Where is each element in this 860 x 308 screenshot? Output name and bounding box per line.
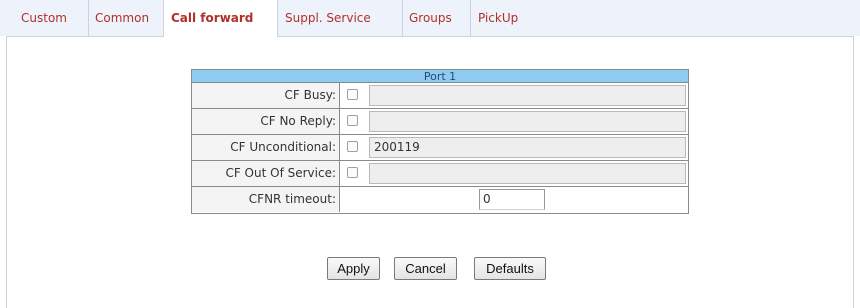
cf-no-reply-row: CF No Reply: [192,109,688,135]
tab-pickup[interactable]: PickUp [471,0,541,36]
cf-no-reply-label: CF No Reply: [192,109,340,134]
cf-unconditional-number-field[interactable]: 200119 [369,137,686,158]
cfnr-timeout-row: CFNR timeout: 0 [192,187,688,213]
tab-groups[interactable]: Groups [403,0,471,36]
cf-out-of-service-row: CF Out Of Service: [192,161,688,187]
cancel-button[interactable]: Cancel [394,257,457,280]
cf-busy-row: CF Busy: [192,83,688,109]
cf-no-reply-number-field[interactable] [369,111,686,132]
action-buttons: Apply Cancel Defaults [0,257,860,281]
cf-busy-checkbox[interactable] [347,89,358,100]
cf-out-of-service-checkbox[interactable] [347,167,358,178]
tab-suppl-service[interactable]: Suppl. Service [278,0,403,36]
cf-busy-label: CF Busy: [192,83,340,108]
cf-unconditional-row: CF Unconditional: 200119 [192,135,688,161]
cf-out-of-service-number-field[interactable] [369,163,686,184]
defaults-button[interactable]: Defaults [474,257,546,280]
port-header: Port 1 [192,70,688,83]
cf-busy-number-field[interactable] [369,85,686,106]
cf-out-of-service-label: CF Out Of Service: [192,161,340,186]
call-forward-table: Port 1 CF Busy: CF No Reply: CF Uncondit… [191,69,689,214]
cfnr-timeout-label: CFNR timeout: [192,187,340,212]
apply-button[interactable]: Apply [327,257,380,280]
tab-bar: Custom Common Call forward Suppl. Servic… [0,0,860,37]
cf-no-reply-checkbox[interactable] [347,115,358,126]
tab-custom[interactable]: Custom [0,0,89,36]
cf-unconditional-label: CF Unconditional: [192,135,340,160]
tab-call-forward[interactable]: Call forward [163,0,278,37]
cf-unconditional-checkbox[interactable] [347,141,358,152]
cfnr-timeout-input[interactable]: 0 [479,189,545,210]
tab-common[interactable]: Common [89,0,163,36]
